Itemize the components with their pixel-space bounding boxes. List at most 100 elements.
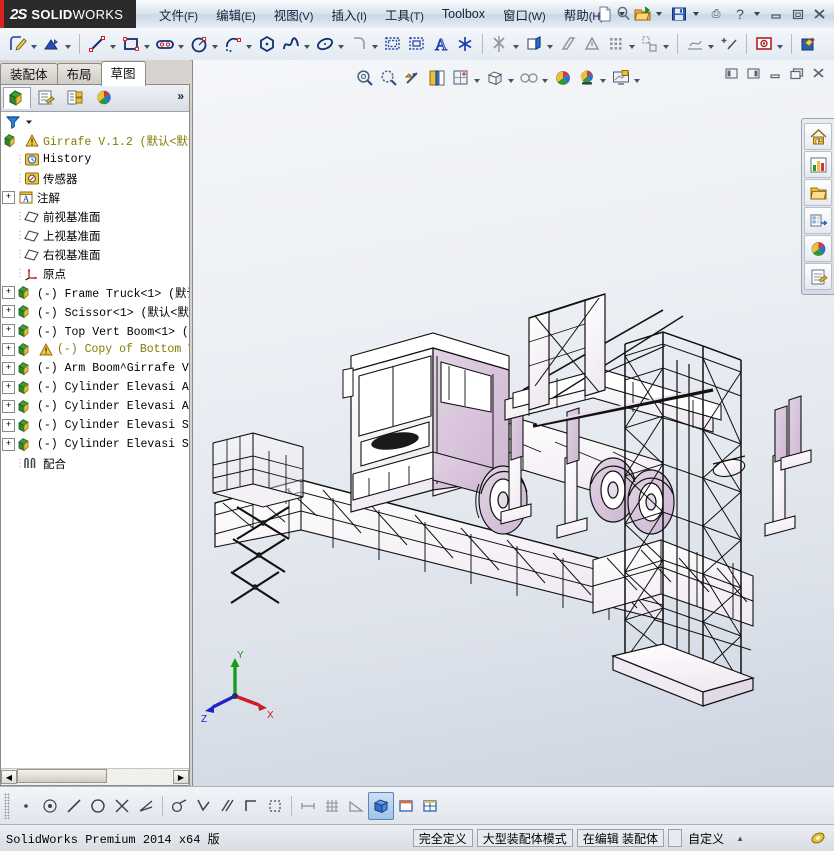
tab-sketch[interactable]: 草图 <box>100 61 146 86</box>
minimize-button[interactable] <box>766 5 786 23</box>
fillet-icon[interactable] <box>347 31 371 57</box>
rectangle-caret[interactable] <box>144 45 150 49</box>
filter-caret[interactable] <box>24 117 34 127</box>
tree-row-copy-of-bottom-vert[interactable]: + (-) Copy of Bottom Ver <box>1 340 189 359</box>
feature-manager-tab[interactable] <box>3 87 31 109</box>
tree-row-cylinder-scissor-1[interactable]: + (-) Cylinder Elevasi Scis <box>1 416 189 435</box>
close-button[interactable] <box>810 5 830 23</box>
status-custom-caret[interactable]: ▲ <box>730 834 750 843</box>
text-icon[interactable]: A <box>429 31 453 57</box>
arc-icon[interactable] <box>221 31 245 57</box>
solidworks-resources-icon[interactable] <box>804 123 832 150</box>
menu-window[interactable]: 窗口(W) <box>494 2 555 27</box>
display-delete-relations-icon[interactable] <box>580 31 604 57</box>
polygon-icon[interactable] <box>255 31 279 57</box>
toolbar-grip[interactable] <box>4 793 10 819</box>
spline-caret[interactable] <box>304 45 310 49</box>
four-view-icon[interactable] <box>418 793 442 819</box>
menu-view[interactable]: 视图(V) <box>265 2 323 27</box>
corner-relation-icon[interactable] <box>239 793 263 819</box>
tree-row-cylinder-arm-1[interactable]: + (-) Cylinder Elevasi Arm I <box>1 378 189 397</box>
feature-tree-filter[interactable] <box>1 112 189 133</box>
move-caret[interactable] <box>663 45 669 49</box>
perpendicular-relation-icon[interactable] <box>191 793 215 819</box>
configuration-manager-tab[interactable] <box>61 87 89 109</box>
convert-entities-icon[interactable] <box>405 31 429 57</box>
fillet-caret[interactable] <box>372 45 378 49</box>
tree-row-frame-truck[interactable]: + (-) Frame Truck<1> (默认< <box>1 283 189 302</box>
repair-caret[interactable] <box>708 45 714 49</box>
save-caret[interactable] <box>693 12 699 16</box>
sketch-icon[interactable] <box>6 31 30 57</box>
circle-icon[interactable] <box>187 31 211 57</box>
expander-plus[interactable]: + <box>2 324 15 337</box>
tree-row-sensors[interactable]: ⋮ 传感器 <box>1 169 189 188</box>
tree-row-history[interactable]: ⋮ History <box>1 150 189 169</box>
smart-dimension-caret[interactable] <box>65 45 71 49</box>
ellipse-icon[interactable] <box>313 31 337 57</box>
expander-plus[interactable]: + <box>2 343 15 356</box>
expander-plus[interactable]: + <box>2 362 15 375</box>
custom-properties-icon[interactable] <box>804 263 832 290</box>
add-relation-icon[interactable] <box>717 31 741 57</box>
scroll-left-button[interactable]: ◀ <box>1 770 17 784</box>
graphics-area[interactable]: Y X Z <box>192 60 834 786</box>
new-document-icon[interactable] <box>594 3 616 25</box>
hscroll-thumb[interactable] <box>17 769 108 783</box>
feature-tree[interactable]: Girrafe V.1.2 (默认<默认_ ⋮ History ⋮ 传感器 <box>1 131 189 769</box>
property-manager-tab[interactable] <box>32 87 60 109</box>
save-icon[interactable] <box>668 3 690 25</box>
status-custom-label[interactable]: 自定义 <box>682 830 730 847</box>
tree-row-top-plane[interactable]: ⋮ 上视基准面 <box>1 226 189 245</box>
point-icon[interactable] <box>453 31 477 57</box>
tab-layout[interactable]: 布局 <box>56 63 102 86</box>
angle-icon[interactable] <box>344 793 368 819</box>
menu-insert[interactable]: 插入(I) <box>322 2 375 27</box>
file-explorer-icon[interactable] <box>804 179 832 206</box>
rectangle-icon[interactable] <box>119 31 143 57</box>
arc-caret[interactable] <box>246 45 252 49</box>
appearances-scenes-icon[interactable] <box>804 235 832 262</box>
tree-row-root[interactable]: Girrafe V.1.2 (默认<默认_ <box>1 131 189 150</box>
menu-tools[interactable]: 工具(T) <box>376 2 433 27</box>
menu-edit[interactable]: 编辑(E) <box>207 2 265 27</box>
tree-row-mates[interactable]: ⋮ 配合 <box>1 454 189 473</box>
expander-plus[interactable]: + <box>2 438 15 451</box>
point-relation-icon[interactable] <box>14 793 38 819</box>
feature-tree-hscrollbar[interactable]: ◀ ▶ <box>1 768 189 785</box>
select-chain-icon[interactable] <box>263 793 287 819</box>
slot-caret[interactable] <box>178 45 184 49</box>
help-caret[interactable] <box>754 12 760 16</box>
spline-icon[interactable] <box>279 31 303 57</box>
design-library-icon[interactable] <box>804 151 832 178</box>
expander-plus[interactable]: + <box>2 419 15 432</box>
menu-toolbox[interactable]: Toolbox <box>433 4 494 24</box>
extrude-boss-icon[interactable] <box>522 31 546 57</box>
grid-icon[interactable] <box>320 793 344 819</box>
tangent-relation-icon[interactable] <box>167 793 191 819</box>
expander-plus[interactable]: + <box>2 286 15 299</box>
quick-snaps-icon[interactable] <box>604 31 628 57</box>
parallel-relation-icon[interactable] <box>215 793 239 819</box>
open-document-caret[interactable] <box>656 12 662 16</box>
tree-row-front-plane[interactable]: ⋮ 前视基准面 <box>1 207 189 226</box>
intersection-relation-icon[interactable] <box>110 793 134 819</box>
aerial-work-platform-model[interactable]: Y X Z <box>193 60 834 786</box>
offset-entities-icon[interactable] <box>381 31 405 57</box>
trim-entities-icon[interactable] <box>488 31 512 57</box>
tree-row-cylinder-arm-2[interactable]: + (-) Cylinder Elevasi Arm I <box>1 397 189 416</box>
tree-row-scissor[interactable]: + (-) Scissor<1> (默认<默认_ <box>1 302 189 321</box>
trim-caret[interactable] <box>513 45 519 49</box>
circle-caret[interactable] <box>212 45 218 49</box>
open-document-icon[interactable] <box>631 3 653 25</box>
line-icon[interactable] <box>85 31 109 57</box>
slot-icon[interactable] <box>153 31 177 57</box>
expander-plus[interactable]: + <box>2 191 15 204</box>
smart-dimension-icon[interactable] <box>40 31 64 57</box>
scroll-right-button[interactable]: ▶ <box>173 770 189 784</box>
single-view-icon[interactable] <box>394 793 418 819</box>
dimension-icon[interactable] <box>296 793 320 819</box>
view-palette-icon[interactable] <box>804 207 832 234</box>
quick-snaps-caret[interactable] <box>629 45 635 49</box>
display-manager-tab[interactable] <box>90 87 118 109</box>
